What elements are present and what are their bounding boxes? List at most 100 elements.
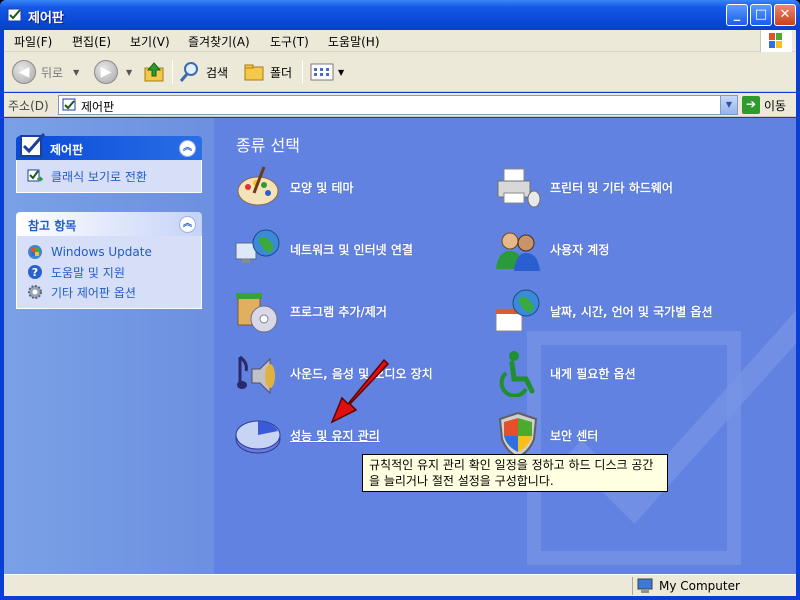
task-pane: 제어판 ︽ 클래식 보기로 전환 참고 항목 ︽ Windows Update …	[4, 118, 214, 574]
other-options-link[interactable]: 기타 제어판 옵션	[27, 282, 191, 302]
category-date-time-language[interactable]: 날짜, 시간, 언어 및 국가별 옵션	[494, 286, 764, 336]
back-button[interactable]: ◀ 뒤로 ▼	[12, 58, 79, 86]
category-accessibility[interactable]: 내게 필요한 옵션	[494, 348, 764, 398]
menu-view[interactable]: 보기(V)	[130, 33, 170, 50]
security-center-icon	[498, 411, 538, 459]
views-dropdown-icon: ▼	[338, 67, 345, 77]
help-support-label: 도움말 및 지원	[51, 265, 125, 280]
tooltip: 규칙적인 유지 관리 확인 일정을 정하고 하드 디스크 공간을 늘리거나 절전…	[362, 454, 668, 492]
address-bar: 주소(D) 제어판 ▼ ➔ 이동	[4, 93, 796, 117]
folders-icon	[244, 64, 264, 81]
views-icon	[310, 63, 334, 81]
menu-tools[interactable]: 도구(T)	[270, 33, 309, 50]
status-location-label: My Computer	[659, 579, 740, 593]
collapse-chevron-icon[interactable]: ︽	[179, 140, 196, 157]
category-label: 날짜, 시간, 언어 및 국가별 옵션	[550, 304, 713, 319]
minimize-button[interactable]: _	[726, 4, 748, 26]
category-network-internet[interactable]: 네트워크 및 인터넷 연결	[234, 224, 504, 274]
menu-help[interactable]: 도움말(H)	[328, 33, 380, 50]
go-button[interactable]: ➔ 이동	[742, 96, 786, 114]
windows-update-icon	[28, 245, 42, 259]
forward-arrow-icon: ▶	[94, 60, 118, 84]
forward-button[interactable]: ▶ ▼	[94, 58, 132, 86]
search-button[interactable]: 검색	[178, 58, 228, 86]
see-also-task-panel: 참고 항목 ︽ Windows Update ? 도움말 및 지원 기타 제어판…	[16, 212, 202, 309]
menu-bar: 파일(F) 편집(E) 보기(V) 즐겨찾기(A) 도구(T) 도움말(H)	[4, 30, 796, 52]
performance-maintenance-icon	[235, 420, 281, 454]
user-accounts-icon	[496, 232, 540, 271]
switch-classic-view-link[interactable]: 클래식 보기로 전환	[27, 166, 191, 186]
windows-update-link[interactable]: Windows Update	[27, 242, 191, 262]
printer-hardware-icon	[497, 168, 541, 208]
address-dropdown-icon[interactable]: ▼	[720, 96, 737, 114]
toolbar: ◀ 뒤로 ▼ ▶ ▼ 검색 폴더 ▼	[4, 52, 796, 92]
control-panel-task-title: 제어판	[50, 143, 84, 157]
explorer-window: 제어판 _ □ ✕ 파일(F) 편집(E) 보기(V) 즐겨찾기(A) 도구(T…	[0, 0, 800, 600]
category-label: 보안 센터	[550, 428, 599, 443]
back-dropdown-icon[interactable]: ▼	[73, 68, 79, 77]
category-add-remove-programs[interactable]: 프로그램 추가/제거	[234, 286, 504, 336]
help-support-link[interactable]: ? 도움말 및 지원	[27, 262, 191, 282]
control-panel-icon	[7, 8, 22, 22]
other-options-label: 기타 제어판 옵션	[51, 285, 136, 300]
status-location: My Computer	[632, 577, 792, 595]
accessibility-icon	[499, 351, 535, 397]
go-arrow-icon: ➔	[742, 96, 760, 114]
section-title: 종류 선택	[236, 136, 300, 155]
help-icon: ?	[28, 265, 42, 279]
control-panel-task-header[interactable]: 제어판 ︽	[16, 133, 202, 160]
folders-button[interactable]: 폴더	[242, 58, 292, 86]
menu-file[interactable]: 파일(F)	[14, 33, 52, 50]
see-also-task-header[interactable]: 참고 항목 ︽	[16, 212, 202, 236]
svg-text:?: ?	[32, 266, 38, 279]
category-appearance-themes[interactable]: 모양 및 테마	[234, 162, 504, 212]
category-label: 프로그램 추가/제거	[290, 304, 387, 319]
close-button[interactable]: ✕	[774, 4, 796, 26]
category-security-center[interactable]: 보안 센터	[494, 410, 764, 460]
add-remove-programs-icon	[236, 293, 278, 333]
switch-classic-view-label: 클래식 보기로 전환	[51, 169, 147, 184]
control-panel-icon	[62, 98, 76, 111]
network-internet-icon	[235, 229, 280, 263]
windows-logo	[760, 30, 792, 52]
category-label: 성능 및 유지 관리	[290, 428, 380, 443]
up-folder-icon	[144, 62, 164, 82]
address-input[interactable]: 제어판 ▼	[58, 95, 738, 115]
address-value: 제어판	[81, 100, 115, 114]
switch-view-icon	[27, 169, 43, 182]
window-title: 제어판	[28, 11, 64, 26]
go-label: 이동	[764, 98, 787, 113]
title-bar[interactable]: 제어판 _ □ ✕	[0, 0, 800, 30]
search-icon	[179, 62, 198, 82]
control-panel-task-body: 클래식 보기로 전환	[16, 160, 202, 193]
maximize-button[interactable]: □	[750, 4, 772, 26]
category-label: 네트워크 및 인터넷 연결	[290, 242, 413, 257]
date-time-language-icon	[495, 289, 540, 332]
appearance-themes-icon	[237, 166, 279, 206]
category-label: 사용자 계정	[550, 242, 610, 257]
menu-edit[interactable]: 편집(E)	[72, 33, 111, 50]
see-also-task-title: 참고 항목	[28, 219, 77, 233]
toolbar-separator	[172, 60, 173, 84]
forward-dropdown-icon[interactable]: ▼	[126, 68, 132, 77]
folders-label: 폴더	[270, 65, 293, 80]
gear-icon	[28, 285, 42, 299]
category-label: 프린터 및 기타 하드웨어	[550, 180, 673, 195]
search-label: 검색	[206, 65, 229, 80]
up-folder-button[interactable]	[142, 58, 166, 86]
category-user-accounts[interactable]: 사용자 계정	[494, 224, 764, 274]
category-printers-hardware[interactable]: 프린터 및 기타 하드웨어	[494, 162, 764, 212]
control-panel-task-panel: 제어판 ︽ 클래식 보기로 전환	[16, 133, 202, 193]
my-computer-icon	[637, 578, 653, 593]
category-view: 종류 선택 모양 및 테마 프린터 및 기타 하드웨어 네트워크 및 인터넷 연…	[214, 118, 796, 574]
sound-audio-icon	[237, 355, 275, 395]
views-button[interactable]: ▼	[310, 58, 344, 86]
collapse-chevron-icon[interactable]: ︽	[179, 216, 196, 233]
see-also-task-body: Windows Update ? 도움말 및 지원 기타 제어판 옵션	[16, 236, 202, 309]
toolbar-separator	[302, 60, 303, 84]
back-arrow-icon: ◀	[12, 60, 36, 84]
back-label: 뒤로	[41, 65, 64, 80]
menu-favorites[interactable]: 즐겨찾기(A)	[188, 33, 250, 50]
windows-flag-icon	[769, 33, 782, 48]
control-panel-icon	[20, 133, 46, 157]
